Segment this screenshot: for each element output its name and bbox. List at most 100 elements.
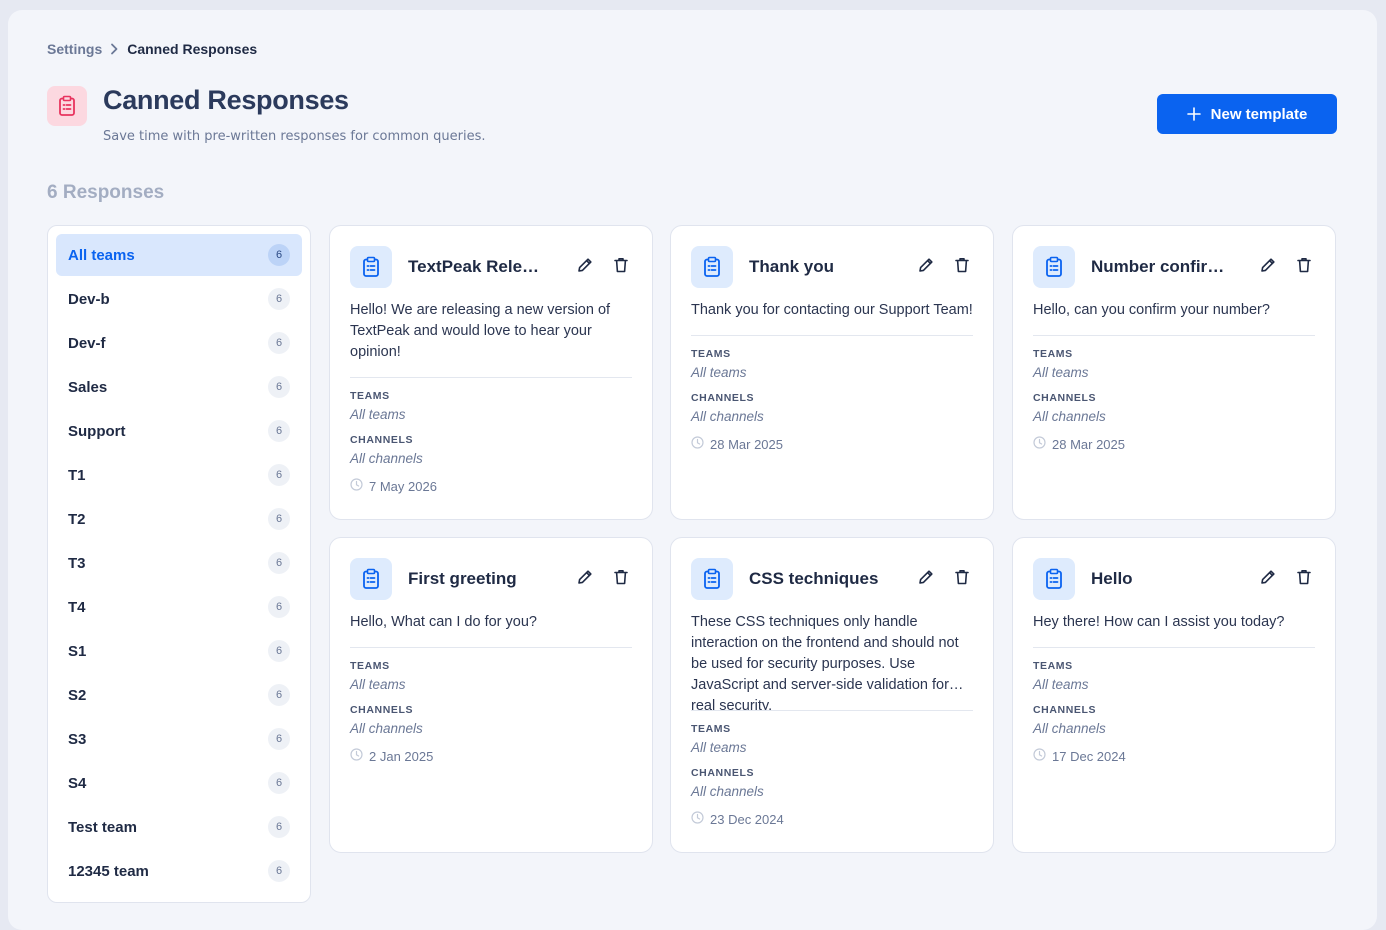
- chevron-right-icon: [111, 43, 118, 55]
- delete-button[interactable]: [1293, 256, 1315, 278]
- delete-button[interactable]: [951, 568, 973, 590]
- team-label: 12345 team: [68, 862, 149, 880]
- team-item-s3[interactable]: S3 6: [56, 718, 302, 760]
- team-count-badge: 6: [268, 684, 290, 706]
- team-label: Support: [68, 422, 126, 440]
- team-count-badge: 6: [268, 420, 290, 442]
- team-item-sales[interactable]: Sales 6: [56, 366, 302, 408]
- edit-button[interactable]: [915, 256, 937, 278]
- responses-count: 6 Responses: [47, 182, 165, 203]
- teams-label: TEAMS: [350, 660, 390, 672]
- teams-value: All teams: [691, 740, 747, 755]
- team-item-12345-team[interactable]: 12345 team 6: [56, 850, 302, 892]
- date-value: 7 May 2026: [369, 478, 437, 494]
- teams-label: TEAMS: [691, 348, 731, 360]
- teams-label: TEAMS: [1033, 660, 1073, 672]
- team-count-badge: 6: [268, 816, 290, 838]
- team-count-badge: 6: [268, 552, 290, 574]
- edit-button[interactable]: [1257, 256, 1279, 278]
- clipboard-icon: [350, 246, 392, 288]
- response-card[interactable]: Thank you Thank you for contacting our Su…: [670, 225, 994, 520]
- response-card[interactable]: CSS techniques These CSS techniques only …: [670, 537, 994, 853]
- team-item-s2[interactable]: S2 6: [56, 674, 302, 716]
- teams-label: TEAMS: [691, 723, 731, 735]
- team-item-support[interactable]: Support 6: [56, 410, 302, 452]
- trash-icon: [1295, 568, 1313, 591]
- card-title: Hello: [1091, 569, 1133, 588]
- response-card[interactable]: First greeting Hello, What can I do for y…: [329, 537, 653, 853]
- team-item-test-team[interactable]: Test team 6: [56, 806, 302, 848]
- team-label: T2: [68, 510, 86, 528]
- team-label: S1: [68, 642, 87, 660]
- card-title: CSS techniques: [749, 569, 879, 588]
- clipboard-icon: [47, 86, 87, 126]
- date-value: 28 Mar 2025: [1052, 436, 1125, 452]
- team-item-t2[interactable]: T2 6: [56, 498, 302, 540]
- card-date: 28 Mar 2025: [691, 436, 973, 452]
- clipboard-icon: [691, 246, 733, 288]
- teams-value: All teams: [1033, 365, 1089, 380]
- teams-value: All teams: [691, 365, 747, 380]
- team-item-t1[interactable]: T1 6: [56, 454, 302, 496]
- trash-icon: [953, 568, 971, 591]
- channels-value: All channels: [350, 451, 423, 466]
- response-card[interactable]: Hello Hey there! How can I assist you tod…: [1012, 537, 1336, 853]
- team-label: T4: [68, 598, 86, 616]
- new-template-button[interactable]: New template: [1157, 94, 1337, 134]
- page-subtitle: Save time with pre-written responses for…: [103, 129, 486, 144]
- team-count-badge: 6: [268, 464, 290, 486]
- channels-value: All channels: [350, 721, 423, 736]
- date-value: 2 Jan 2025: [369, 748, 434, 764]
- delete-button[interactable]: [951, 256, 973, 278]
- response-card[interactable]: Number confirmation Hello, can you confir…: [1012, 225, 1336, 520]
- card-message: Hey there! How can I assist you today?: [1033, 612, 1315, 648]
- trash-icon: [612, 568, 630, 591]
- edit-button[interactable]: [574, 256, 596, 278]
- plus-icon: [1186, 107, 1201, 121]
- breadcrumb: Settings Canned Responses: [47, 41, 257, 57]
- trash-icon: [612, 256, 630, 279]
- edit-button[interactable]: [1257, 568, 1279, 590]
- card-title: First greeting: [408, 569, 517, 588]
- team-count-badge: 6: [268, 728, 290, 750]
- channels-value: All channels: [1033, 721, 1106, 736]
- card-title: Thank you: [749, 257, 835, 276]
- clipboard-icon: [1033, 558, 1075, 600]
- team-item-dev-f[interactable]: Dev-f 6: [56, 322, 302, 364]
- team-label: S2: [68, 686, 87, 704]
- clock-icon: [350, 748, 363, 764]
- card-message: Hello! We are releasing a new version of…: [350, 300, 632, 378]
- page-title: Canned Responses: [103, 85, 349, 115]
- team-count-badge: 6: [268, 332, 290, 354]
- team-item-dev-b[interactable]: Dev-b 6: [56, 278, 302, 320]
- channels-label: CHANNELS: [1033, 704, 1097, 716]
- channels-value: All channels: [691, 409, 764, 424]
- edit-button[interactable]: [915, 568, 937, 590]
- team-item-all-teams[interactable]: All teams 6: [56, 234, 302, 276]
- card-date: 23 Dec 2024: [691, 811, 973, 827]
- date-value: 23 Dec 2024: [710, 811, 784, 827]
- team-item-s1[interactable]: S1 6: [56, 630, 302, 672]
- team-item-t3[interactable]: T3 6: [56, 542, 302, 584]
- team-item-s4[interactable]: S4 6: [56, 762, 302, 804]
- trash-icon: [953, 256, 971, 279]
- team-label: Test team: [68, 818, 137, 836]
- delete-button[interactable]: [610, 256, 632, 278]
- card-date: 17 Dec 2024: [1033, 748, 1315, 764]
- breadcrumb-settings-link[interactable]: Settings: [47, 41, 102, 57]
- date-value: 17 Dec 2024: [1052, 748, 1126, 764]
- team-label: Dev-f: [68, 334, 106, 352]
- edit-button[interactable]: [574, 568, 596, 590]
- card-date: 28 Mar 2025: [1033, 436, 1315, 452]
- teams-value: All teams: [350, 407, 406, 422]
- delete-button[interactable]: [610, 568, 632, 590]
- channels-label: CHANNELS: [691, 767, 755, 779]
- delete-button[interactable]: [1293, 568, 1315, 590]
- card-date: 2 Jan 2025: [350, 748, 632, 764]
- response-card[interactable]: TextPeak Release Hello! We are releasing …: [329, 225, 653, 520]
- card-message: Hello, can you confirm your number?: [1033, 300, 1315, 336]
- team-item-t4[interactable]: T4 6: [56, 586, 302, 628]
- channels-label: CHANNELS: [1033, 392, 1097, 404]
- pencil-icon: [917, 256, 935, 279]
- team-count-badge: 6: [268, 244, 290, 266]
